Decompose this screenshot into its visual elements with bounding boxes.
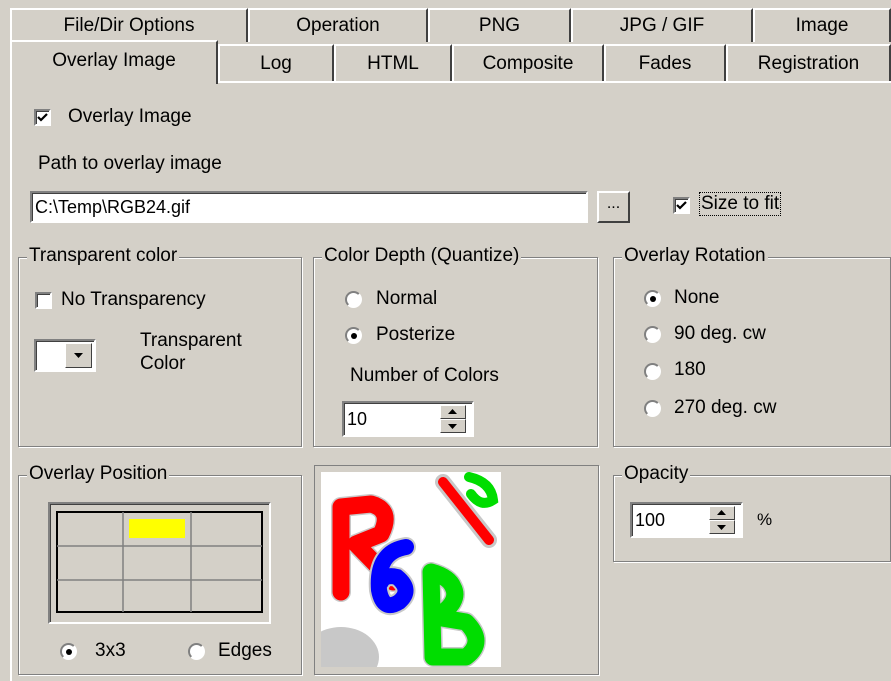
opacity-input[interactable]: 100: [630, 502, 743, 538]
transparent-color-label-2: Color: [140, 353, 186, 374]
mode-3x3-radio[interactable]: [60, 643, 77, 660]
number-of-colors-input[interactable]: 10: [342, 401, 474, 437]
overlay-position-title: Overlay Position: [27, 463, 170, 485]
rotation-270-radio[interactable]: [644, 400, 661, 417]
tab-registration[interactable]: Registration: [726, 44, 891, 81]
path-label: Path to overlay image: [38, 153, 222, 174]
transparent-color-title: Transparent color: [27, 245, 180, 267]
tab-html[interactable]: HTML: [334, 44, 452, 81]
overlay-rotation-title: Overlay Rotation: [622, 245, 768, 267]
tab-fades[interactable]: Fades: [604, 44, 726, 81]
position-grid-lines: [56, 511, 263, 613]
normal-label[interactable]: Normal: [376, 288, 437, 310]
overlay-path-input[interactable]: C:\Temp\RGB24.gif: [30, 191, 588, 223]
checkmark-icon: [676, 201, 687, 210]
rotation-270-label[interactable]: 270 deg. cw: [674, 397, 776, 419]
tab-jpg-gif[interactable]: JPG / GIF: [571, 8, 753, 42]
tab-log[interactable]: Log: [218, 44, 334, 81]
spinner-down-icon[interactable]: [709, 520, 735, 534]
no-transparency-checkbox[interactable]: [35, 292, 52, 309]
color-depth-group: Color Depth (Quantize) Normal Posterize …: [313, 245, 598, 447]
opacity-value: 100: [635, 510, 666, 530]
transparent-color-label-1: Transparent: [140, 330, 242, 351]
opacity-title: Opacity: [622, 463, 691, 485]
opacity-group: Opacity 100 %: [613, 463, 891, 562]
tab-image[interactable]: Image: [753, 8, 891, 42]
browse-button[interactable]: ...: [597, 191, 630, 223]
overlay-position-group: Overlay Position 3x3 Edges: [18, 463, 302, 675]
rotation-none-radio[interactable]: [644, 290, 661, 307]
selected-position-cell: [129, 519, 185, 538]
mode-edges-label[interactable]: Edges: [218, 640, 272, 662]
rotation-none-label[interactable]: None: [674, 287, 719, 309]
overlay-preview: [314, 465, 599, 675]
tab-overlay-image[interactable]: Overlay Image: [10, 40, 218, 84]
normal-radio[interactable]: [345, 291, 362, 308]
tab-operation[interactable]: Operation: [248, 8, 428, 42]
spinner-down-icon[interactable]: [440, 419, 466, 433]
rgb-preview-image: [321, 472, 501, 667]
spinner-up-icon[interactable]: [709, 506, 735, 520]
tab-panel: Overlay Image Path to overlay image C:\T…: [10, 81, 891, 681]
tab-file-dir-options[interactable]: File/Dir Options: [10, 8, 248, 42]
rotation-90-radio[interactable]: [644, 326, 661, 343]
mode-3x3-label[interactable]: 3x3: [95, 640, 126, 662]
checkmark-icon: [37, 113, 48, 122]
posterize-radio[interactable]: [345, 327, 362, 344]
transparent-color-picker[interactable]: [34, 339, 96, 372]
number-of-colors-label: Number of Colors: [350, 365, 499, 386]
overlay-rotation-group: Overlay Rotation None 90 deg. cw 180 270…: [613, 245, 891, 447]
transparent-color-group: Transparent color No Transparency Transp…: [18, 245, 302, 447]
number-of-colors-value: 10: [347, 409, 368, 429]
tab-composite[interactable]: Composite: [452, 44, 604, 81]
rotation-180-radio[interactable]: [644, 363, 661, 380]
rotation-90-label[interactable]: 90 deg. cw: [674, 323, 766, 345]
chevron-down-icon[interactable]: [65, 343, 92, 368]
position-grid[interactable]: [48, 502, 271, 624]
tab-png[interactable]: PNG: [428, 8, 571, 42]
no-transparency-label[interactable]: No Transparency: [61, 289, 206, 311]
size-to-fit-checkbox[interactable]: [673, 197, 690, 214]
posterize-label[interactable]: Posterize: [376, 324, 455, 346]
overlay-image-checkbox[interactable]: [34, 109, 51, 126]
color-depth-title: Color Depth (Quantize): [322, 245, 522, 267]
opacity-unit-label: %: [757, 510, 773, 529]
spinner-up-icon[interactable]: [440, 405, 466, 419]
rotation-180-label[interactable]: 180: [674, 359, 706, 381]
mode-edges-radio[interactable]: [188, 643, 205, 660]
overlay-image-label[interactable]: Overlay Image: [68, 106, 192, 128]
size-to-fit-label[interactable]: Size to fit: [698, 192, 782, 216]
